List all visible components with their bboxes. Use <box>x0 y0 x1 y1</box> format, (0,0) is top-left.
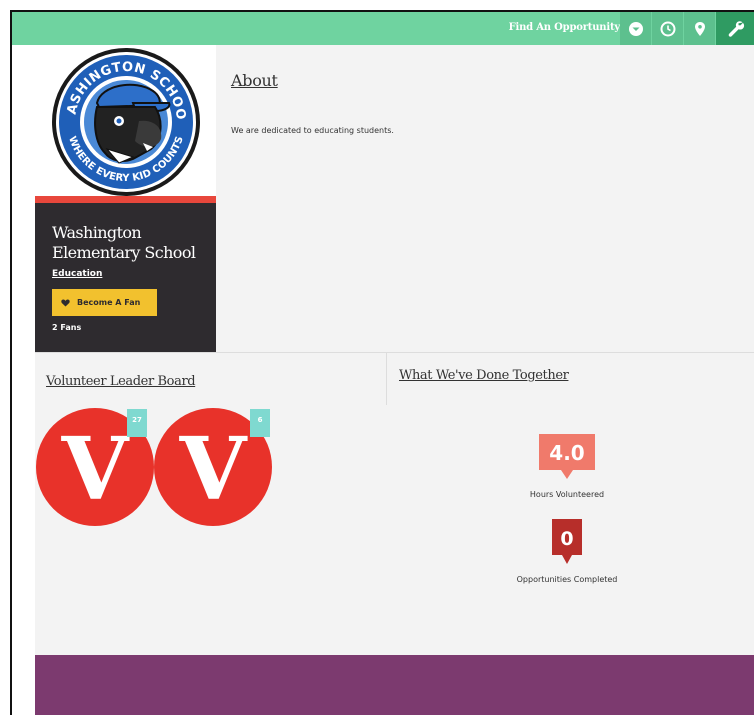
leaderboard-title[interactable]: Volunteer Leader Board <box>46 374 196 389</box>
chevron-down-icon <box>628 21 643 36</box>
profile-card: Washington Elementary School Education B… <box>35 203 216 352</box>
history-button[interactable] <box>652 12 683 45</box>
location-button[interactable] <box>684 12 715 45</box>
opps-value-badge: 0 <box>552 519 582 564</box>
hours-label: Hours Volunteered <box>529 490 605 499</box>
wrench-icon <box>728 20 745 37</box>
heart-icon <box>61 299 70 307</box>
top-nav-bar: Find An Opportunity <box>12 12 754 45</box>
become-fan-button[interactable]: Become A Fan <box>52 289 157 316</box>
clock-icon <box>660 21 675 36</box>
about-title: About <box>231 71 278 90</box>
footer <box>35 655 754 715</box>
about-text: We are dedicated to educating students. <box>231 126 394 135</box>
page-frame: Find An Opportunity ASHINGTON SCHOO WHER… <box>10 10 754 715</box>
fans-count: 2 Fans <box>52 323 82 332</box>
find-opportunity-link[interactable]: Find An Opportunity <box>509 22 621 33</box>
volunteer-initial: V <box>61 419 130 520</box>
about-panel: About We are dedicated to educating stud… <box>216 45 754 352</box>
hours-volunteered-stat: 4.0 Hours Volunteered <box>515 432 619 499</box>
become-fan-label: Become A Fan <box>77 298 141 307</box>
profile-accent-bar <box>35 196 216 203</box>
hours-value: 4.0 <box>549 441 584 465</box>
org-name: Washington Elementary School <box>52 223 196 262</box>
volunteer-hours-badge: 27 <box>127 409 147 437</box>
done-together-title[interactable]: What We've Done Together <box>399 368 569 383</box>
stats-section: Volunteer Leader Board What We've Done T… <box>35 352 754 655</box>
hours-value-badge: 4.0 <box>539 434 595 479</box>
opps-label: Opportunities Completed <box>516 575 618 584</box>
dropdown-button[interactable] <box>620 12 651 45</box>
settings-button[interactable] <box>716 12 754 45</box>
opportunities-completed-stat: 0 Opportunities Completed <box>515 517 619 584</box>
opps-value: 0 <box>560 528 573 550</box>
org-logo: WASHINGTON SCHOOL WHERE EVERY KID COUNTS <box>28 34 216 198</box>
map-pin-icon <box>694 21 705 36</box>
section-divider <box>35 352 754 353</box>
volunteer-hours-badge: 6 <box>250 409 270 437</box>
org-category-link[interactable]: Education <box>52 269 102 279</box>
school-logo-image: WASHINGTON SCHOOL WHERE EVERY KID COUNTS <box>28 34 200 196</box>
column-divider <box>386 353 387 405</box>
volunteer-initial: V <box>179 419 248 520</box>
